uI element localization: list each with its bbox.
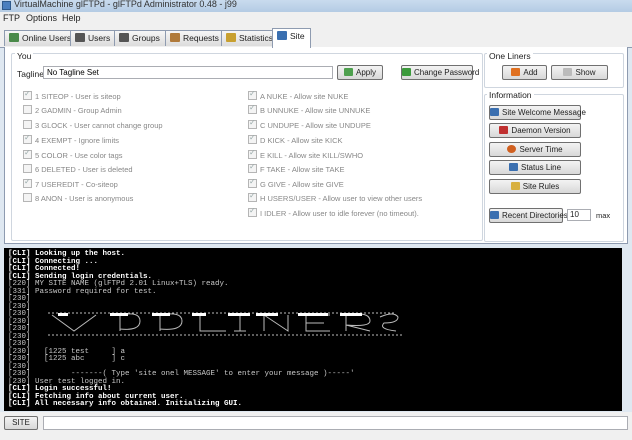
one-liners-label: One Liners (487, 51, 533, 61)
status-icon (508, 163, 518, 171)
flag-give[interactable]: G GIVE - Allow site GIVE (248, 177, 344, 189)
flag-idler[interactable]: I IDLER - Allow user to idle forever (no… (248, 206, 419, 218)
checkbox-checked (23, 148, 32, 159)
tab-users[interactable]: Users (70, 30, 117, 46)
checkbox-checked (248, 162, 257, 173)
checkbox-checked (248, 133, 257, 144)
menu-options[interactable]: Options (26, 13, 57, 23)
show-icon (563, 68, 573, 76)
groups-icon (119, 33, 129, 42)
menu-help[interactable]: Help (62, 13, 81, 23)
you-group-label: You (15, 51, 34, 61)
flag-deleted[interactable]: 6 DELETED - User is deleted (23, 164, 133, 174)
tab-requests[interactable]: Requests (165, 30, 225, 46)
checkbox-checked (248, 148, 257, 159)
menu-ftp[interactable]: FTP (3, 13, 20, 23)
information-label: Information (487, 90, 534, 100)
users-icon (9, 33, 19, 42)
app-icon (2, 1, 11, 10)
flag-gadmin[interactable]: 2 GADMIN - Group Admin (23, 105, 122, 115)
apply-button[interactable]: Apply (337, 65, 383, 80)
console-line: [230] [1225 abc ] c (8, 355, 126, 363)
flag-useredit[interactable]: 7 USEREDIT - Co-siteop (23, 177, 118, 189)
command-bar: SITE (0, 412, 632, 440)
tab-strip: Online Users Users Groups Requests Stati… (0, 26, 632, 48)
checkbox-checked (248, 206, 257, 217)
site-welcome-message-button[interactable]: Site Welcome Message (489, 105, 586, 120)
requests-icon (170, 33, 180, 42)
change-password-button[interactable]: Change Password (401, 65, 479, 80)
add-oneliner-button[interactable]: Add (502, 65, 547, 80)
tagline-input[interactable] (43, 66, 333, 79)
statistics-icon (226, 33, 236, 42)
console-line: [CLI] Looking up the host. (8, 250, 126, 258)
key-icon (402, 68, 411, 76)
checkbox-unchecked (23, 120, 32, 129)
flag-siteop[interactable]: 1 SITEOP - User is siteop (23, 89, 121, 101)
directories-icon (490, 211, 499, 219)
console-line: [CLI] All necessary info obtained. Initi… (8, 400, 243, 408)
menu-bar: FTP Options Help (0, 12, 632, 26)
daemon-version-button[interactable]: Daemon Version (489, 123, 581, 138)
title-bar: VirtualMachine glFTPd - glFTPd Administr… (0, 0, 632, 12)
checkbox-unchecked (23, 164, 32, 173)
flag-users-user[interactable]: H USERS/USER - Allow user to view other … (248, 191, 422, 203)
tab-online-users[interactable]: Online Users (4, 30, 78, 46)
flag-undupe[interactable]: C UNDUPE - Allow site UNDUPE (248, 118, 371, 130)
flag-unnuke[interactable]: B UNNUKE - Allow site UNNUKE (248, 103, 370, 115)
checkbox-checked (248, 177, 257, 188)
console-output: [CLI] Looking up the host. [CLI] Connecti… (4, 248, 622, 411)
add-icon (511, 68, 521, 76)
message-icon (490, 108, 499, 116)
flag-glock[interactable]: 3 GLOCK - User cannot change group (23, 120, 163, 130)
checkbox-checked (23, 177, 32, 188)
tab-statistics[interactable]: Statistics (221, 30, 280, 46)
console-line: [CLI] Connecting ... (8, 257, 99, 266)
ascii-banner (48, 312, 404, 336)
checkbox-checked (248, 191, 257, 202)
checkbox-checked (23, 89, 32, 100)
flag-nuke[interactable]: A NUKE - Allow site NUKE (248, 89, 348, 101)
site-icon (277, 31, 287, 40)
site-rules-button[interactable]: Site Rules (489, 179, 581, 194)
site-command-button[interactable]: SITE (4, 416, 38, 430)
console-line: [331] Password required for test. (8, 287, 157, 296)
daemon-icon (499, 126, 509, 134)
clock-icon (507, 145, 517, 153)
window-title: VirtualMachine glFTPd - glFTPd Administr… (14, 0, 237, 9)
user-icon (75, 33, 85, 42)
show-oneliners-button[interactable]: Show (551, 65, 608, 80)
command-input[interactable] (43, 416, 628, 430)
max-label: max (594, 211, 613, 220)
checkbox-checked (248, 89, 257, 100)
flag-kick[interactable]: D KICK - Allow site KICK (248, 133, 343, 145)
flag-anon[interactable]: 8 ANON - User is anonymous (23, 193, 133, 203)
rules-icon (510, 182, 520, 190)
checkbox-unchecked (23, 193, 32, 202)
recent-count-input[interactable]: 10 (567, 209, 591, 221)
tab-groups[interactable]: Groups (114, 30, 166, 46)
checkbox-checked (248, 118, 257, 129)
status-line-button[interactable]: Status Line (489, 160, 581, 175)
recent-directories-button[interactable]: Recent Directories (489, 208, 568, 223)
site-tab-panel: You Tagline: Apply Change Password 1 SIT… (4, 47, 628, 244)
tab-site[interactable]: Site (272, 28, 311, 48)
flag-color[interactable]: 5 COLOR - Use color tags (23, 148, 123, 160)
flag-kill[interactable]: E KILL - Allow site KILL/SWHO (248, 148, 363, 160)
server-time-button[interactable]: Server Time (489, 142, 581, 157)
flag-exempt[interactable]: 4 EXEMPT - Ignore limits (23, 133, 119, 145)
flag-take[interactable]: F TAKE - Allow site TAKE (248, 162, 344, 174)
checkbox-checked (248, 103, 257, 114)
checkbox-unchecked (23, 105, 32, 114)
checkbox-checked (23, 133, 32, 144)
check-icon (343, 68, 353, 76)
